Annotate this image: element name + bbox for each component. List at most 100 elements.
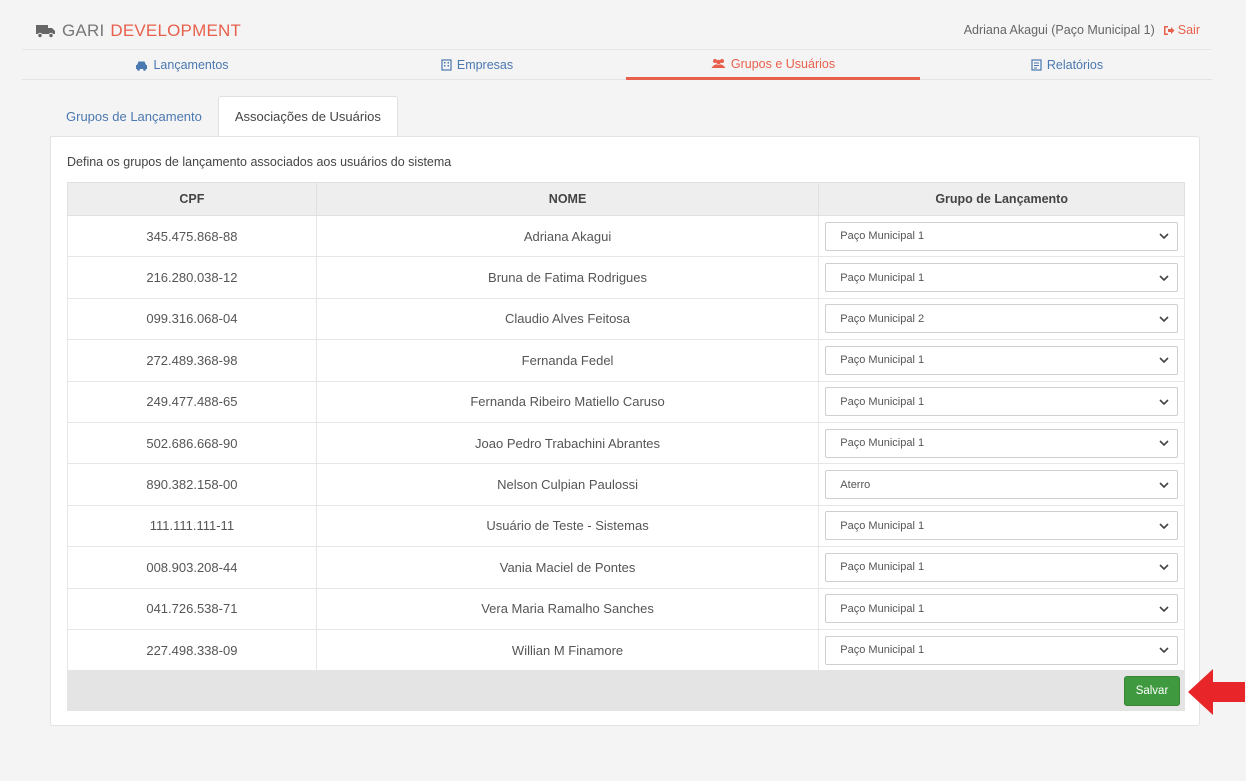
table-row: 111.111.111-11 Usuário de Teste - Sistema… xyxy=(67,504,1185,548)
save-button[interactable]: Salvar xyxy=(1124,676,1180,706)
user-groups-table: CPF NOME Grupo de Lançamento 345.475.868… xyxy=(67,182,1185,672)
grupo-cell: Paço Municipal 1 xyxy=(818,628,1185,672)
chevron-down-icon xyxy=(1159,606,1169,612)
user-info: Adriana Akagui (Paço Municipal 1) Sair xyxy=(964,23,1200,37)
building-icon xyxy=(441,59,452,71)
nome-cell: Fernanda Ribeiro Matiello Caruso xyxy=(315,380,820,423)
nav-label: Relatórios xyxy=(1046,58,1104,72)
logout-label: Sair xyxy=(1177,23,1200,37)
cpf-cell: 272.489.368-98 xyxy=(67,339,317,382)
brand-suffix: DEVELOPMENT xyxy=(110,21,242,40)
arrow-annotation-icon xyxy=(1188,669,1245,715)
associations-panel: Defina os grupos de lançamento associado… xyxy=(50,136,1200,726)
grupo-cell: Paço Municipal 1 xyxy=(818,587,1185,630)
grupo-cell: Paço Municipal 1 xyxy=(818,256,1185,299)
table-row: 272.489.368-98 Fernanda Fedel Paço Municip… xyxy=(67,339,1185,382)
grupo-cell: Paço Municipal 1 xyxy=(818,214,1185,258)
brand-logo[interactable]: GARI DEVELOPMENT xyxy=(36,21,241,41)
brand-name: GARI xyxy=(62,21,105,40)
chevron-down-icon xyxy=(1159,357,1169,364)
logout-link[interactable]: Sair xyxy=(1163,23,1200,37)
column-header-nome: NOME xyxy=(315,182,820,216)
nav-item-empresas[interactable]: Empresas xyxy=(332,50,622,80)
grupo-select-value: Paço Municipal 1 xyxy=(840,230,925,243)
chevron-down-icon xyxy=(1159,564,1169,571)
cpf-cell: 249.477.488-65 xyxy=(67,380,317,423)
chevron-down-icon xyxy=(1159,647,1169,654)
grupo-select-value: Paço Municipal 2 xyxy=(840,312,925,325)
table-row: 249.477.488-65 Fernanda Ribeiro Matiello … xyxy=(67,380,1185,423)
grupo-cell: Paço Municipal 1 xyxy=(818,546,1185,589)
nav-label: Empresas xyxy=(456,58,514,72)
grupo-select-value: Paço Municipal 1 xyxy=(840,602,925,615)
column-header-cpf: CPF xyxy=(67,182,317,216)
grupo-cell: Aterro xyxy=(818,463,1185,506)
grupo-cell: Paço Municipal 1 xyxy=(818,504,1185,548)
grupo-select-value: Paço Municipal 1 xyxy=(840,354,925,367)
table-row: 502.686.668-90 Joao Pedro Trabachini Abra… xyxy=(67,421,1185,465)
truck-icon xyxy=(36,25,55,38)
nome-cell: Bruna de Fatima Rodrigues xyxy=(315,256,820,299)
grupo-select[interactable]: Aterro xyxy=(825,470,1178,500)
grupo-select[interactable]: Paço Municipal 1 xyxy=(825,552,1178,582)
grupo-select-value: Paço Municipal 1 xyxy=(840,561,925,574)
grupo-select-value: Aterro xyxy=(840,478,871,491)
cpf-cell: 345.475.868-88 xyxy=(67,214,317,258)
grupo-select[interactable]: Paço Municipal 1 xyxy=(825,345,1178,375)
table-header-row: CPF NOME Grupo de Lançamento xyxy=(67,182,1185,216)
grupo-select[interactable]: Paço Municipal 1 xyxy=(825,594,1178,624)
nav-label: Lançamentos xyxy=(153,58,229,72)
grupo-select[interactable]: Paço Municipal 1 xyxy=(825,221,1178,251)
chevron-down-icon xyxy=(1159,440,1169,447)
grupo-select-value: Paço Municipal 1 xyxy=(840,519,925,532)
cpf-cell: 041.726.538-71 xyxy=(67,587,317,630)
table-row: 227.498.338-09 Willian M Finamore Paço Mun… xyxy=(67,628,1185,672)
chevron-down-icon xyxy=(1159,481,1169,488)
grupo-select[interactable]: Paço Municipal 1 xyxy=(825,511,1178,541)
grupo-select-value: Paço Municipal 1 xyxy=(840,437,925,450)
top-bar: GARI DEVELOPMENT Adriana Akagui (Paço Mu… xyxy=(22,10,1212,50)
panel-description: Defina os grupos de lançamento associado… xyxy=(67,155,452,169)
tab-associacoes-de-usuarios[interactable]: Associações de Usuários xyxy=(217,96,398,136)
chevron-down-icon xyxy=(1159,316,1169,322)
cpf-cell: 008.903.208-44 xyxy=(67,546,317,589)
chevron-down-icon xyxy=(1159,233,1169,240)
grupo-cell: Paço Municipal 1 xyxy=(818,421,1185,465)
tab-grupos-de-lancamento[interactable]: Grupos de Lançamento xyxy=(50,96,218,136)
nav-label: Grupos e Usuários xyxy=(730,56,836,71)
table-row: 041.726.538-71 Vera Maria Ramalho Sanches… xyxy=(67,587,1185,630)
nome-cell: Vania Maciel de Pontes xyxy=(315,546,820,589)
sub-tabs: Grupos de Lançamento Associações de Usuá… xyxy=(50,96,398,136)
cpf-cell: 227.498.338-09 xyxy=(67,628,317,672)
nome-cell: Nelson Culpian Paulossi xyxy=(315,463,820,506)
grupo-cell: Paço Municipal 1 xyxy=(818,380,1185,423)
nome-cell: Usuário de Teste - Sistemas xyxy=(315,504,820,548)
table-row: 099.316.068-04 Claudio Alves Feitosa Paço … xyxy=(67,297,1185,341)
grupo-select-value: Paço Municipal 1 xyxy=(840,395,925,408)
cpf-cell: 502.686.668-90 xyxy=(67,421,317,465)
grupo-cell: Paço Municipal 2 xyxy=(818,297,1185,341)
grupo-select[interactable]: Paço Municipal 1 xyxy=(825,263,1178,293)
column-header-grupo: Grupo de Lançamento xyxy=(818,182,1185,216)
users-icon xyxy=(711,59,726,68)
grupo-cell: Paço Municipal 1 xyxy=(818,339,1185,382)
chevron-down-icon xyxy=(1159,275,1169,281)
table-row: 008.903.208-44 Vania Maciel de Pontes Paço… xyxy=(67,546,1185,589)
grupo-select[interactable]: Paço Municipal 1 xyxy=(825,428,1178,458)
nome-cell: Claudio Alves Feitosa xyxy=(315,297,820,341)
table-row: 345.475.868-88 Adriana Akagui Paço Municip… xyxy=(67,214,1185,258)
grupo-select[interactable]: Paço Municipal 1 xyxy=(825,635,1178,665)
cpf-cell: 890.382.158-00 xyxy=(67,463,317,506)
report-icon xyxy=(1031,59,1042,71)
nav-item-grupos-e-usuarios[interactable]: Grupos e Usuários xyxy=(626,50,920,80)
chevron-down-icon xyxy=(1159,399,1169,405)
main-nav: Lançamentos Empresas Grupos e Usuários R… xyxy=(22,50,1212,80)
nav-item-lancamentos[interactable]: Lançamentos xyxy=(42,50,322,80)
grupo-select-value: Paço Municipal 1 xyxy=(840,271,925,284)
cpf-cell: 099.316.068-04 xyxy=(67,297,317,341)
table-row: 890.382.158-00 Nelson Culpian Paulossi Ate… xyxy=(67,463,1185,506)
grupo-select[interactable]: Paço Municipal 2 xyxy=(825,304,1178,334)
nav-item-relatorios[interactable]: Relatórios xyxy=(922,50,1212,80)
nome-cell: Willian M Finamore xyxy=(315,628,820,672)
grupo-select[interactable]: Paço Municipal 1 xyxy=(825,387,1178,417)
